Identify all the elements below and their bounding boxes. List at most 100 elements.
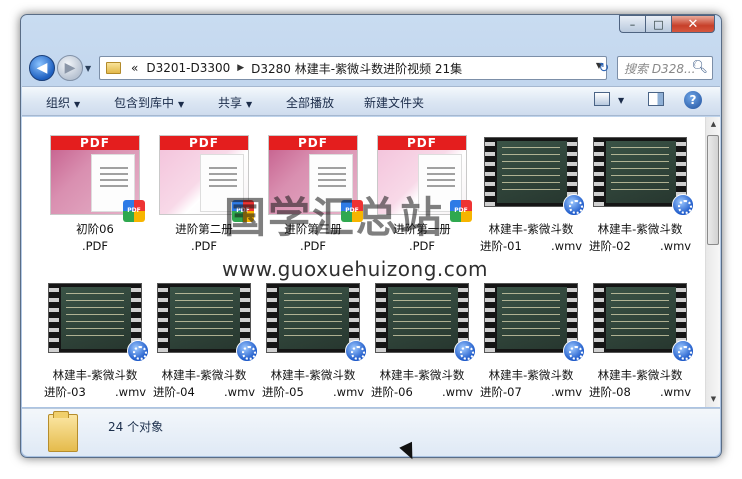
file-item[interactable]: 林建丰-紫微斗数 进阶-03 .wmv bbox=[44, 281, 149, 407]
file-item[interactable]: 林建丰-紫微斗数 进阶-08 .wmv bbox=[589, 281, 694, 407]
film-strip-icon bbox=[49, 284, 59, 352]
file-item[interactable]: 林建丰-紫微斗数 进阶-04 .wmv bbox=[153, 281, 258, 407]
address-bar[interactable]: « D3201-D3300 ▶ D3280 林建丰-紫微斗数进阶视频 21集 ▼ bbox=[99, 56, 607, 80]
pdf-band-label: PDF bbox=[160, 136, 248, 150]
play-all-button[interactable]: 全部播放 bbox=[286, 94, 334, 111]
file-thumbnail bbox=[484, 135, 585, 219]
file-name-line2: 进阶-08 .wmv bbox=[589, 385, 692, 399]
help-icon[interactable]: ? bbox=[684, 91, 702, 109]
file-item[interactable]: 林建丰-紫微斗数 进阶-05 .wmv bbox=[262, 281, 367, 407]
preview-pane-icon[interactable] bbox=[648, 92, 664, 106]
file-name: 林建丰-紫微斗数 进阶-03 .wmv bbox=[44, 367, 146, 401]
organize-button[interactable]: 组织 ▼ bbox=[46, 94, 80, 111]
pdf-preview: PDF PDF bbox=[50, 135, 145, 222]
video-preview bbox=[157, 283, 258, 362]
file-item[interactable]: 林建丰-紫微斗数 进阶-06 .wmv bbox=[371, 281, 476, 407]
share-label: 共享 bbox=[218, 96, 243, 110]
file-item[interactable]: 林建丰-紫微斗数 进阶-07 .wmv bbox=[480, 281, 585, 407]
file-name-line1: 林建丰-紫微斗数 bbox=[488, 222, 574, 236]
maximize-button[interactable]: □ bbox=[645, 15, 671, 33]
pdf-app-icon: PDF bbox=[450, 200, 472, 222]
file-name-line1: 林建丰-紫微斗数 bbox=[52, 368, 138, 382]
include-in-library-button[interactable]: 包含到库中 ▼ bbox=[114, 94, 184, 111]
share-button[interactable]: 共享 ▼ bbox=[218, 94, 252, 111]
back-button[interactable]: ◀ bbox=[29, 55, 55, 81]
chevron-down-icon: ▼ bbox=[74, 100, 81, 109]
blackboard-frame bbox=[388, 287, 458, 349]
new-folder-button[interactable]: 新建文件夹 bbox=[364, 94, 424, 111]
scrollbar-thumb[interactable] bbox=[707, 135, 719, 245]
command-bar: 组织 ▼ 包含到库中 ▼ 共享 ▼ 全部播放 新建文件夹 ▼ ? bbox=[22, 86, 720, 116]
breadcrumb-current[interactable]: D3280 林建丰-紫微斗数进阶视频 21集 bbox=[247, 60, 466, 77]
video-preview bbox=[266, 283, 367, 362]
breadcrumb-parent[interactable]: D3201-D3300 bbox=[142, 61, 234, 75]
chevron-down-icon: ▼ bbox=[246, 100, 253, 109]
chevron-right-icon[interactable]: ▶ bbox=[234, 63, 247, 73]
file-thumbnail bbox=[593, 135, 694, 219]
view-options-dropdown[interactable]: ▼ bbox=[618, 96, 624, 105]
media-player-icon bbox=[127, 340, 149, 362]
blackboard-frame bbox=[279, 287, 349, 349]
file-name: 林建丰-紫微斗数 进阶-01 .wmv bbox=[480, 221, 582, 255]
recent-pages-dropdown[interactable]: ▼ bbox=[85, 64, 91, 73]
pdf-band-label: PDF bbox=[51, 136, 139, 150]
video-preview bbox=[484, 283, 585, 362]
organize-label: 组织 bbox=[46, 96, 71, 110]
refresh-icon[interactable]: ↻ bbox=[593, 56, 615, 80]
pdf-app-icon: PDF bbox=[123, 200, 145, 222]
change-view-icon[interactable] bbox=[594, 92, 610, 106]
watermark-chinese: 国学汇总站 bbox=[224, 193, 445, 242]
folder-icon bbox=[106, 62, 121, 74]
file-thumbnail bbox=[484, 281, 585, 365]
close-button[interactable]: ✕ bbox=[671, 15, 715, 33]
file-thumbnail: PDF PDF bbox=[48, 135, 145, 222]
file-item[interactable]: 林建丰-紫微斗数 进阶-01 .wmv bbox=[480, 135, 585, 263]
video-preview bbox=[484, 137, 585, 216]
file-name-line2: 进阶-05 .wmv bbox=[262, 385, 365, 399]
film-strip-icon bbox=[485, 138, 495, 206]
watermark-url: www.guoxuehuizong.com bbox=[222, 257, 488, 281]
address-overflow[interactable]: « bbox=[127, 61, 142, 75]
minimize-button[interactable]: – bbox=[619, 15, 645, 33]
file-name: 林建丰-紫微斗数 进阶-08 .wmv bbox=[589, 367, 691, 401]
scroll-up-icon[interactable]: ▲ bbox=[706, 117, 720, 132]
search-placeholder: 搜索 D328... bbox=[624, 61, 696, 76]
forward-button[interactable]: ▶ bbox=[57, 55, 83, 81]
media-player-icon bbox=[563, 340, 585, 362]
scroll-down-icon[interactable]: ▼ bbox=[706, 392, 720, 407]
file-name: 林建丰-紫微斗数 进阶-05 .wmv bbox=[262, 367, 364, 401]
pdf-band-label: PDF bbox=[269, 136, 357, 150]
video-preview bbox=[48, 283, 149, 362]
file-thumbnail bbox=[593, 281, 694, 365]
details-pane: 24 个对象 bbox=[22, 408, 720, 456]
file-item[interactable]: 林建丰-紫微斗数 进阶-02 .wmv bbox=[589, 135, 694, 263]
search-input[interactable]: 搜索 D328... 🔍︎ bbox=[617, 56, 713, 80]
film-strip-icon bbox=[158, 284, 168, 352]
film-strip-icon bbox=[594, 284, 604, 352]
file-name-line2: 进阶-02 .wmv bbox=[589, 239, 692, 253]
file-name-line2: 进阶-07 .wmv bbox=[480, 385, 583, 399]
video-preview bbox=[593, 137, 694, 216]
file-name-line1: 初阶06 bbox=[76, 222, 114, 236]
file-name-line1: 林建丰-紫微斗数 bbox=[379, 368, 465, 382]
file-name-line1: 林建丰-紫微斗数 bbox=[597, 368, 683, 382]
file-name: 林建丰-紫微斗数 进阶-07 .wmv bbox=[480, 367, 582, 401]
file-item[interactable]: PDF PDF 初阶06 .PDF bbox=[44, 135, 146, 263]
include-in-library-label: 包含到库中 bbox=[114, 96, 175, 110]
media-player-icon bbox=[563, 194, 585, 216]
pdf-band-label: PDF bbox=[378, 136, 466, 150]
file-name: 林建丰-紫微斗数 进阶-06 .wmv bbox=[371, 367, 473, 401]
media-player-icon bbox=[454, 340, 476, 362]
file-name-line2: .PDF bbox=[81, 239, 109, 253]
media-player-icon bbox=[345, 340, 367, 362]
media-player-icon bbox=[672, 340, 694, 362]
navigation-buttons: ◀ ▶ ▼ bbox=[29, 55, 91, 81]
file-name: 林建丰-紫微斗数 进阶-02 .wmv bbox=[589, 221, 691, 255]
file-name-line2: 进阶-04 .wmv bbox=[153, 385, 256, 399]
video-preview bbox=[593, 283, 694, 362]
file-name-line1: 林建丰-紫微斗数 bbox=[270, 368, 356, 382]
film-strip-icon bbox=[376, 284, 386, 352]
vertical-scrollbar[interactable]: ▲ ▼ bbox=[705, 117, 720, 407]
caption-buttons: – □ ✕ bbox=[619, 15, 715, 33]
search-icon[interactable]: 🔍︎ bbox=[691, 60, 708, 75]
